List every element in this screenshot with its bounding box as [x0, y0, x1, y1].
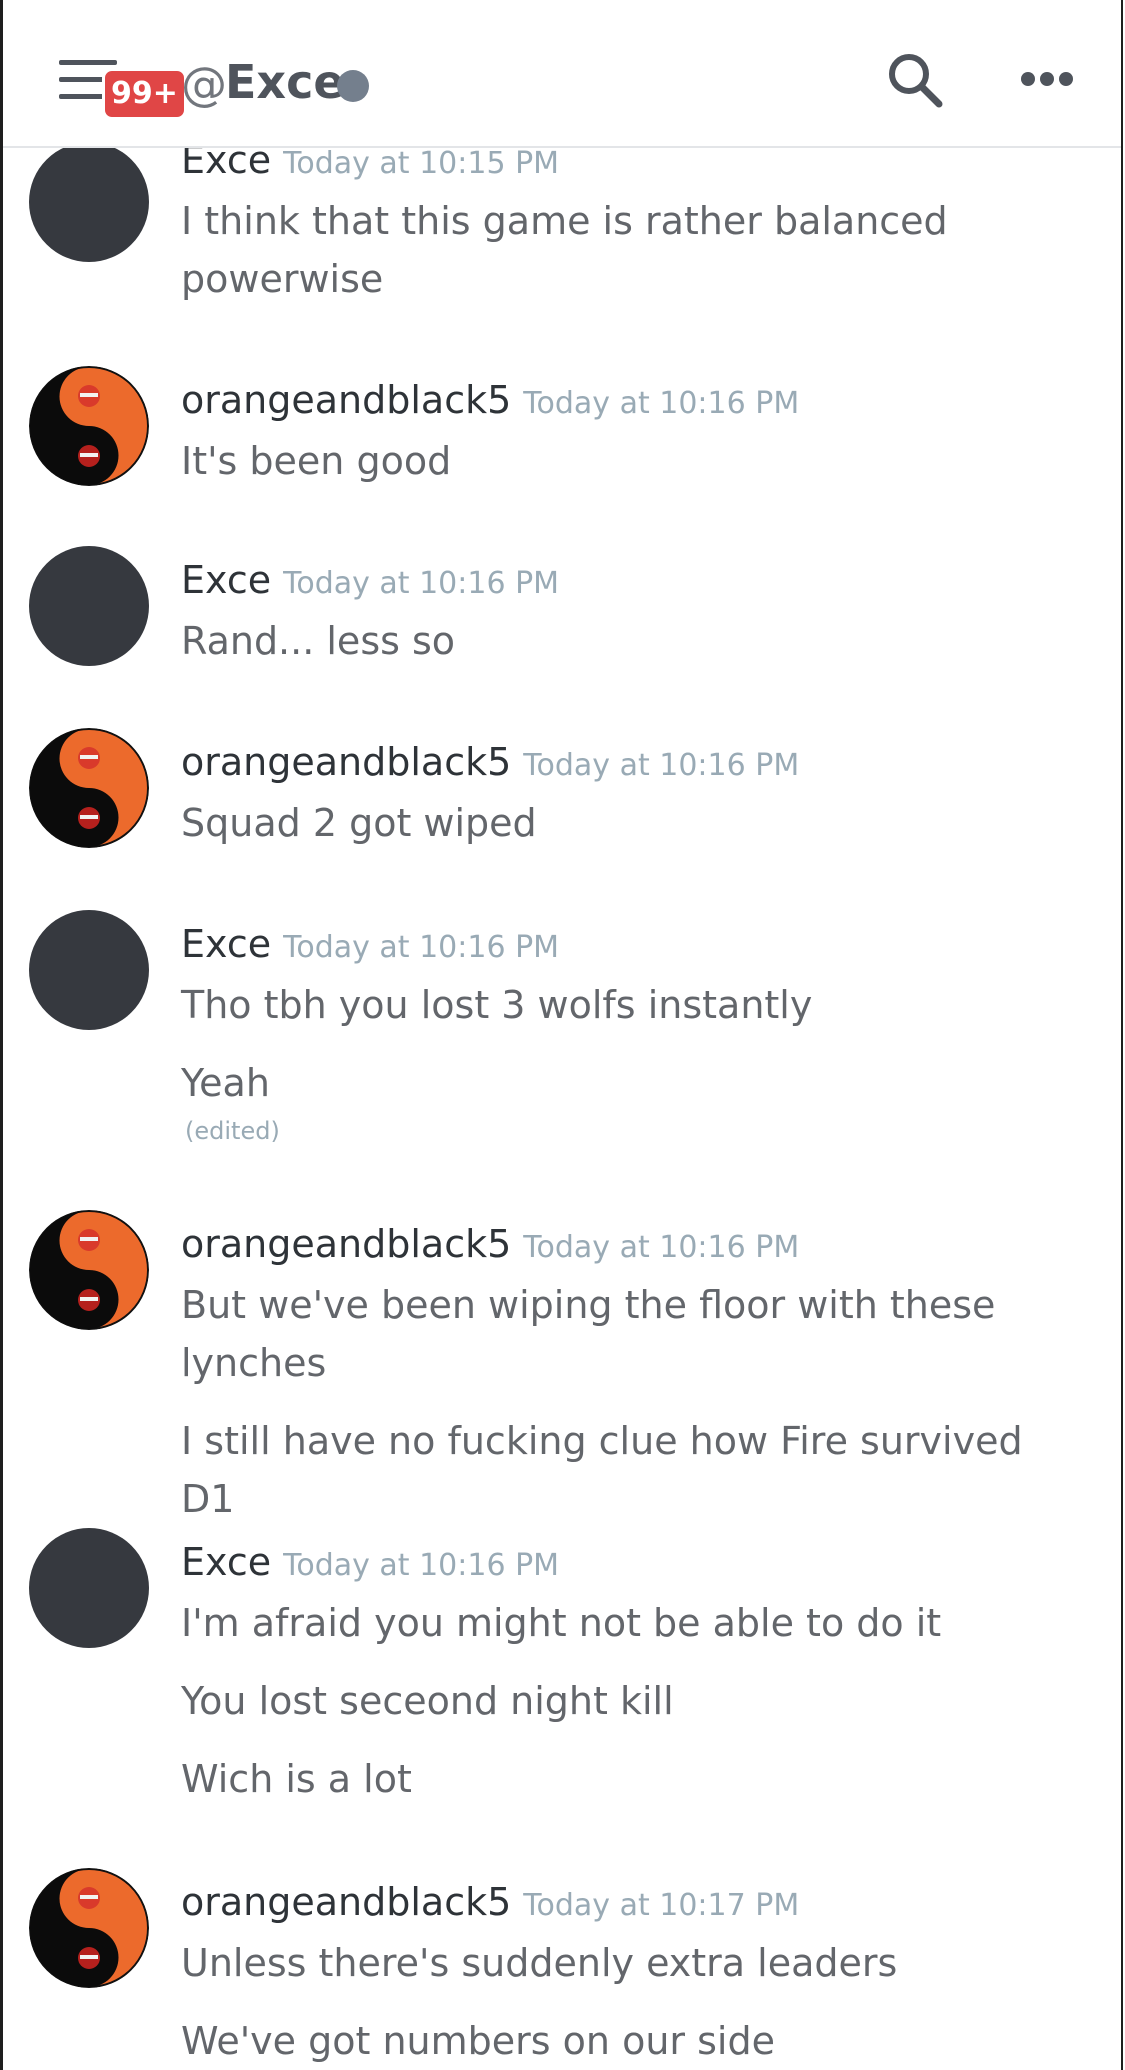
avatar[interactable]	[29, 142, 149, 262]
message-header: Exce Today at 10:16 PM	[181, 916, 559, 972]
yin-yang-avatar-icon	[29, 1210, 149, 1330]
message-header: Exce Today at 10:16 PM	[181, 552, 559, 608]
more-options-icon[interactable]	[1021, 72, 1073, 88]
message-text[interactable]: lynches	[181, 1334, 1081, 1392]
message-header: orangeandblack5 Today at 10:17 PM	[181, 1874, 799, 1930]
message-timestamp: Today at 10:17 PM	[523, 1888, 800, 1923]
message-header: Exce Today at 10:16 PM	[181, 1534, 559, 1590]
message-header: orangeandblack5 Today at 10:16 PM	[181, 734, 799, 790]
author-name[interactable]: Exce	[181, 1540, 271, 1584]
avatar[interactable]	[29, 1528, 149, 1648]
message-timestamp: Today at 10:16 PM	[523, 386, 800, 421]
message-list[interactable]: Exce Today at 10:15 PM I think that this …	[3, 0, 1121, 2070]
message-text[interactable]: Tho tbh you lost 3 wolfs instantly	[181, 976, 1081, 1034]
message-timestamp: Today at 10:16 PM	[283, 930, 560, 965]
message-text[interactable]: I think that this game is rather balance…	[181, 192, 1081, 250]
avatar[interactable]	[29, 1210, 149, 1330]
avatar[interactable]	[29, 546, 149, 666]
message-text[interactable]: Wich is a lot	[181, 1750, 1081, 1808]
message-text[interactable]: Unless there's suddenly extra leaders	[181, 1934, 1081, 1992]
channel-title[interactable]: Exce	[225, 52, 345, 112]
author-name[interactable]: orangeandblack5	[181, 378, 511, 422]
at-symbol: @	[181, 57, 227, 111]
message-text[interactable]: Squad 2 got wiped	[181, 794, 1081, 852]
message-text[interactable]: I still have no fucking clue how Fire su…	[181, 1412, 1081, 1528]
status-icon	[337, 70, 369, 102]
message-text[interactable]: You lost seceond night kill	[181, 1672, 1081, 1730]
yin-yang-avatar-icon	[29, 728, 149, 848]
chat-screen: Exce Today at 10:15 PM I think that this …	[0, 0, 1123, 2070]
top-bar: 99+ @ Exce	[3, 0, 1121, 148]
yin-yang-avatar-icon	[29, 1868, 149, 1988]
author-name[interactable]: Exce	[181, 558, 271, 602]
unread-badge: 99+	[102, 68, 187, 120]
avatar[interactable]	[29, 728, 149, 848]
search-icon[interactable]	[885, 50, 945, 110]
message-text[interactable]: Yeah	[181, 1054, 1081, 1112]
message-timestamp: Today at 10:16 PM	[523, 1230, 800, 1265]
message-text[interactable]: I'm afraid you might not be able to do i…	[181, 1594, 1081, 1652]
message-text[interactable]: But we've been wiping the floor with the…	[181, 1276, 1081, 1334]
message-timestamp: Today at 10:15 PM	[283, 146, 560, 181]
message-header: orangeandblack5 Today at 10:16 PM	[181, 372, 799, 428]
author-name[interactable]: orangeandblack5	[181, 1222, 511, 1266]
message-text[interactable]: We've got numbers on our side	[181, 2012, 1081, 2070]
message-text[interactable]: Rand... less so	[181, 612, 1081, 670]
message-header: orangeandblack5 Today at 10:16 PM	[181, 1216, 799, 1272]
avatar[interactable]	[29, 366, 149, 486]
message-timestamp: Today at 10:16 PM	[283, 566, 560, 601]
edited-label: (edited)	[185, 1117, 280, 1145]
author-name[interactable]: orangeandblack5	[181, 1880, 511, 1924]
avatar[interactable]	[29, 1868, 149, 1988]
message-text[interactable]: powerwise	[181, 250, 1081, 308]
author-name[interactable]: Exce	[181, 922, 271, 966]
message-text[interactable]: It's been good	[181, 432, 1081, 490]
yin-yang-avatar-icon	[29, 366, 149, 486]
message-timestamp: Today at 10:16 PM	[283, 1548, 560, 1583]
avatar[interactable]	[29, 910, 149, 1030]
author-name[interactable]: orangeandblack5	[181, 740, 511, 784]
message-timestamp: Today at 10:16 PM	[523, 748, 800, 783]
